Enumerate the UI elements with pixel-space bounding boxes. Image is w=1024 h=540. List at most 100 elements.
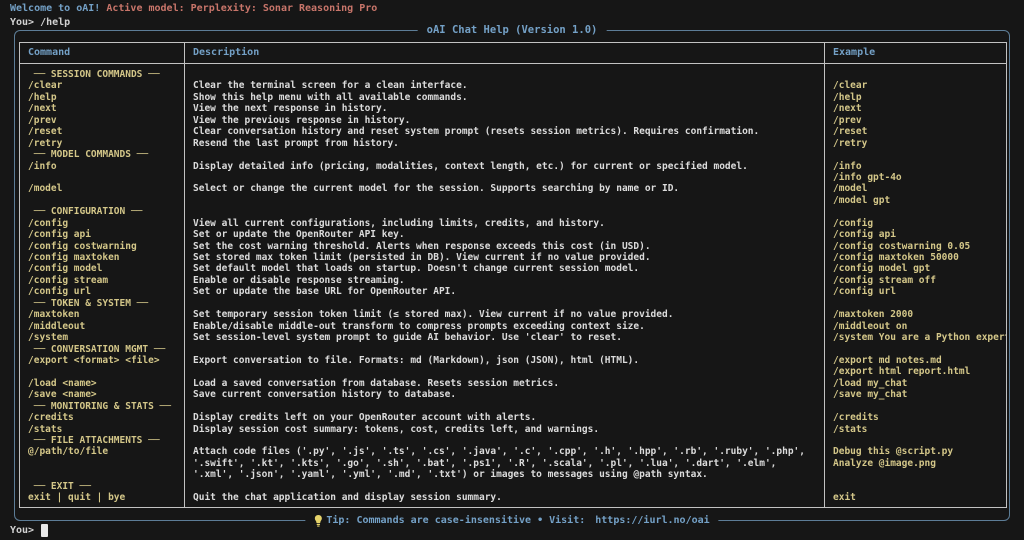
help-row-8-command: /info — [28, 161, 184, 172]
help-row-31-example: /stats — [833, 424, 1006, 435]
help-row-25-example: /export md notes.md — [833, 355, 1006, 366]
description-column: Clear the terminal screen for a clean in… — [185, 64, 825, 507]
help-row-2-command: /help — [28, 92, 184, 103]
help-row-11-command — [28, 195, 184, 206]
help-row-32-description — [193, 435, 824, 446]
help-row-26-example: /export html report.html — [833, 366, 1006, 377]
help-row-33-example: Debug this @script.py — [833, 446, 1006, 457]
footer-link[interactable]: https://iurl.no/oai — [595, 513, 709, 528]
help-row-9-example: /info gpt-4o — [833, 172, 1006, 183]
help-row-4-description: View the previous response in history. — [193, 115, 824, 126]
panel-title: oAI Chat Help (Version 1.0) — [418, 23, 607, 38]
footer-tip-text: Tip: Commands are case-insensitive • Vis… — [326, 513, 591, 528]
table-header-row: Command Description Example — [20, 43, 1006, 64]
help-row-26-command — [28, 366, 184, 377]
help-row-13-description: View all current configurations, includi… — [193, 218, 824, 229]
help-row-7-description — [193, 149, 824, 160]
help-row-18-description: Enable or disable response streaming. — [193, 275, 824, 286]
help-row-37-example: exit — [833, 492, 1006, 503]
help-row-34-example: Analyze @image.png — [833, 458, 1006, 469]
table-body: ── SESSION COMMANDS ──/clear/help/next/p… — [20, 64, 1006, 507]
column-header-example: Example — [825, 43, 1006, 63]
help-row-2-description: Show this help menu with all available c… — [193, 92, 824, 103]
help-row-15-description: Set the cost warning threshold. Alerts w… — [193, 241, 824, 252]
help-row-13-command: /config — [28, 218, 184, 229]
help-row-22-command: /middleout — [28, 321, 184, 332]
help-row-9-command — [28, 172, 184, 183]
help-row-1-command: /clear — [28, 80, 184, 91]
help-row-9-description — [193, 172, 824, 183]
active-model-text: Active model: Perplexity: Sonar Reasonin… — [106, 3, 377, 14]
help-row-1-description: Clear the terminal screen for a clean in… — [193, 80, 824, 91]
help-row-8-description: Display detailed info (pricing, modaliti… — [193, 161, 824, 172]
help-row-17-command: /config model — [28, 263, 184, 274]
help-row-5-description: Clear conversation history and reset sys… — [193, 126, 824, 137]
help-row-3-description: View the next response in history. — [193, 103, 824, 114]
text-cursor[interactable] — [41, 524, 48, 537]
help-row-27-description: Load a saved conversation from database.… — [193, 378, 824, 389]
previous-prompt-line: You> /help — [10, 17, 70, 28]
help-row-36-example — [833, 481, 1006, 492]
help-row-24-example — [833, 344, 1006, 355]
help-row-29-command: ── MONITORING & STATS ── — [28, 401, 184, 412]
help-row-10-command: /model — [28, 183, 184, 194]
help-row-29-example — [833, 401, 1006, 412]
help-row-13-example: /config — [833, 218, 1006, 229]
help-row-22-example: /middleout on — [833, 321, 1006, 332]
help-row-31-command: /stats — [28, 424, 184, 435]
help-row-36-description — [193, 481, 824, 492]
help-row-12-description — [193, 206, 824, 217]
help-row-11-description — [193, 195, 824, 206]
help-row-28-example: /save my_chat — [833, 389, 1006, 400]
help-row-7-command: ── MODEL COMMANDS ── — [28, 149, 184, 160]
help-row-37-description: Quit the chat application and display se… — [193, 492, 824, 503]
help-row-32-command: ── FILE ATTACHMENTS ── — [28, 435, 184, 446]
help-row-18-command: /config stream — [28, 275, 184, 286]
help-row-26-description — [193, 366, 824, 377]
help-row-16-example: /config maxtoken 50000 — [833, 252, 1006, 263]
help-row-16-command: /config maxtoken — [28, 252, 184, 263]
help-row-12-example — [833, 206, 1006, 217]
help-row-21-example: /maxtoken 2000 — [833, 309, 1006, 320]
help-row-20-example — [833, 298, 1006, 309]
help-row-15-example: /config costwarning 0.05 — [833, 241, 1006, 252]
help-row-30-command: /credits — [28, 412, 184, 423]
column-header-description: Description — [185, 43, 825, 63]
panel-footer: Tip: Commands are case-insensitive • Vis… — [305, 513, 718, 528]
help-row-28-description: Save current conversation history to dat… — [193, 389, 824, 400]
help-row-23-command: /system — [28, 332, 184, 343]
help-row-14-description: Set or update the OpenRouter API key. — [193, 229, 824, 240]
help-row-10-description: Select or change the current model for t… — [193, 183, 824, 194]
help-row-31-description: Display session cost summary: tokens, co… — [193, 424, 824, 435]
help-row-35-example — [833, 469, 1006, 480]
help-row-4-command: /prev — [28, 115, 184, 126]
help-row-23-description: Set session-level system prompt to guide… — [193, 332, 824, 343]
help-row-16-description: Set stored max token limit (persisted in… — [193, 252, 824, 263]
help-row-24-description — [193, 344, 824, 355]
help-row-4-example: /prev — [833, 115, 1006, 126]
help-row-14-command: /config api — [28, 229, 184, 240]
help-row-6-example: /retry — [833, 138, 1006, 149]
help-row-22-description: Enable/disable middle-out transform to c… — [193, 321, 824, 332]
help-row-19-command: /config url — [28, 286, 184, 297]
help-row-33-description: Attach code files ('.py', '.js', '.ts', … — [193, 446, 824, 457]
help-row-25-description: Export conversation to file. Formats: md… — [193, 355, 824, 366]
help-row-30-description: Display credits left on your OpenRouter … — [193, 412, 824, 423]
help-row-35-command — [28, 469, 184, 480]
prompt-label: You> — [10, 525, 40, 536]
lightbulb-icon — [314, 515, 322, 527]
help-row-24-command: ── CONVERSATION MGMT ── — [28, 344, 184, 355]
help-row-36-command: ── EXIT ── — [28, 481, 184, 492]
help-row-20-command: ── TOKEN & SYSTEM ── — [28, 298, 184, 309]
help-row-34-description: '.swift', '.kt', '.kts', '.go', '.sh', '… — [193, 458, 824, 469]
help-row-17-description: Set default model that loads on startup.… — [193, 263, 824, 274]
help-row-11-example: /model gpt — [833, 195, 1006, 206]
help-row-6-command: /retry — [28, 138, 184, 149]
help-row-18-example: /config stream off — [833, 275, 1006, 286]
help-row-17-example: /config model gpt — [833, 263, 1006, 274]
example-column: /clear/help/next/prev/reset/retry /info/… — [825, 64, 1006, 507]
terminal-input-line[interactable]: You> — [10, 524, 48, 537]
help-row-27-example: /load my_chat — [833, 378, 1006, 389]
help-row-34-command — [28, 458, 184, 469]
help-row-21-command: /maxtoken — [28, 309, 184, 320]
